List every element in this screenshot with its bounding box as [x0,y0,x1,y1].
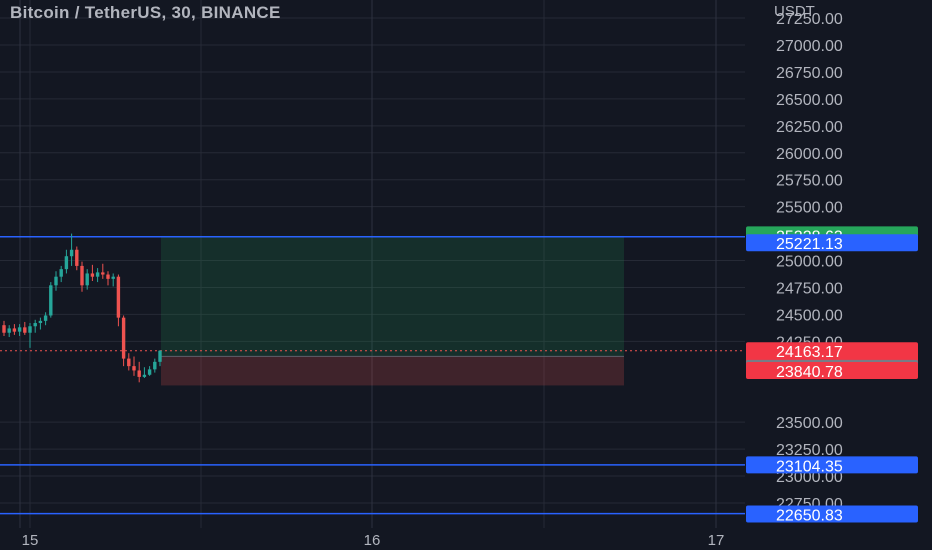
target-zone[interactable] [161,235,624,357]
level-price-badge: 25221.13 [746,234,918,253]
price-tick-label: 25750.00 [776,173,843,190]
level-price-badge-text: 22650.83 [776,508,843,525]
candle-body [49,285,53,316]
stop-price-badge-text: 23840.78 [776,364,843,381]
time-tick-label: 15 [22,532,39,549]
candle-body [137,370,141,377]
candle-body [38,320,43,324]
axis-currency-label[interactable]: USDT [774,3,815,20]
candlestick-series [2,233,162,383]
candle-body [23,327,27,333]
stop-price-badge: 23840.78 [746,361,918,381]
candle-body [121,317,126,359]
price-tick-label: 26500.00 [776,92,843,109]
stop-zone[interactable] [161,356,624,386]
candle-body [54,276,58,286]
price-tick-label: 26750.00 [776,65,843,82]
level-price-badge-text: 25221.13 [776,236,843,253]
price-tick-label: 26000.00 [776,146,843,163]
candle-body [116,276,121,318]
candle-body [147,369,152,375]
price-tick-label: 25500.00 [776,200,843,217]
candle-body [132,366,136,371]
price-tick-label: 25000.00 [776,254,843,271]
candle-body [158,350,162,362]
candle-body [69,249,74,257]
time-tick-label: 17 [708,532,725,549]
candle-body [111,276,115,279]
symbol-title[interactable]: Bitcoin / TetherUS, 30, BINANCE [10,3,281,23]
level-price-badge: 22650.83 [746,505,918,525]
time-tick-label: 16 [364,532,381,549]
candle-body [153,361,157,370]
candle-body [2,325,6,333]
candle-body [33,323,37,327]
candle-body [43,315,48,321]
price-axis[interactable]: 22750.0023000.0023250.0023500.0024250.00… [776,11,843,513]
candle-body [7,328,11,333]
candle-body [142,374,147,377]
level-price-badge-text: 23104.35 [776,458,843,475]
candle-body [95,272,100,277]
candle-body [75,249,79,266]
candle-body [101,272,105,275]
candle-body [90,273,95,277]
candle-body [80,265,84,286]
candle-body [28,326,32,333]
price-tick-label: 23500.00 [776,415,843,432]
candle-body [17,327,22,332]
candle-body [59,269,63,277]
position-tool[interactable] [0,235,745,386]
price-tick-label: 24500.00 [776,307,843,324]
price-chart[interactable]: 22750.0023000.0023250.0023500.0024250.00… [0,0,932,550]
price-tick-label: 27000.00 [776,38,843,55]
candle-body [85,273,89,286]
candle-body [64,256,69,270]
candle-body [106,274,110,279]
candle-body [12,328,17,332]
time-axis[interactable]: 15 16 17 [22,532,725,549]
price-tick-label: 24750.00 [776,280,843,297]
candle-body [127,358,131,367]
price-tick-label: 26250.00 [776,119,843,136]
level-price-badge: 23104.35 [746,456,918,475]
